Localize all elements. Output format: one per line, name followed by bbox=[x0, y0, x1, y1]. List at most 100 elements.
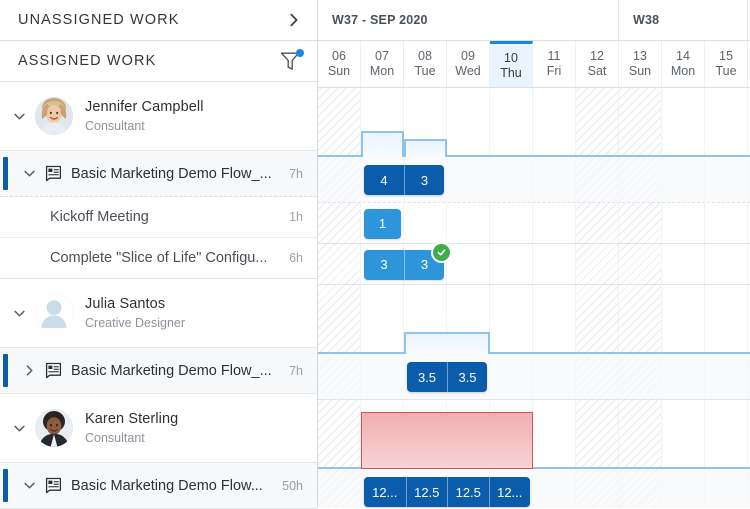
filter-active-dot bbox=[296, 49, 304, 57]
bar-segment[interactable]: 4 bbox=[364, 165, 404, 195]
task-document-icon bbox=[45, 165, 62, 182]
day-number: 13 bbox=[633, 49, 647, 64]
filter-funnel-icon[interactable] bbox=[279, 50, 303, 72]
load-block[interactable] bbox=[404, 332, 490, 354]
assigned-work-header[interactable]: ASSIGNED WORK bbox=[0, 41, 317, 82]
summary-hours: 50h bbox=[282, 479, 317, 493]
selection-indicator bbox=[3, 354, 8, 387]
avatar bbox=[35, 97, 73, 135]
day-weekday: Sat bbox=[588, 64, 607, 79]
day-header-14[interactable]: 14Mon bbox=[662, 41, 705, 87]
day-header-08[interactable]: 08Tue bbox=[404, 41, 447, 87]
gantt-summary-bar[interactable]: 43 bbox=[364, 165, 444, 195]
day-header-12[interactable]: 12Sat bbox=[576, 41, 619, 87]
avatar bbox=[35, 294, 73, 332]
chevron-down-icon[interactable] bbox=[22, 166, 37, 181]
completed-check-icon bbox=[431, 242, 452, 263]
load-block[interactable] bbox=[404, 139, 447, 157]
task-row-kickoff-meeting[interactable]: Kickoff Meeting 1h bbox=[0, 197, 317, 238]
week-header-cell: W38 bbox=[619, 0, 748, 40]
bar-segment[interactable]: 3 bbox=[404, 165, 444, 195]
day-header-13[interactable]: 13Sun bbox=[619, 41, 662, 87]
selection-indicator bbox=[3, 157, 8, 190]
summary-hours: 7h bbox=[289, 364, 317, 378]
unassigned-work-header[interactable]: UNASSIGNED WORK bbox=[0, 0, 317, 41]
resource-role: Consultant bbox=[85, 119, 204, 133]
week-header-cell: W37 - SEP 2020 bbox=[318, 0, 619, 40]
assigned-work-label: ASSIGNED WORK bbox=[18, 53, 279, 69]
day-column-12[interactable] bbox=[576, 88, 619, 508]
work-list-panel: UNASSIGNED WORK ASSIGNED WORK bbox=[0, 0, 318, 508]
day-header-09[interactable]: 09Wed bbox=[447, 41, 490, 87]
load-block[interactable] bbox=[361, 131, 404, 157]
timeline-grid[interactable]: 431333.53.512...12.512.512... bbox=[318, 88, 750, 508]
summary-row-karen-project[interactable]: Basic Marketing Demo Flow... 50h bbox=[0, 463, 317, 509]
day-column-13[interactable] bbox=[619, 88, 662, 508]
day-header-07[interactable]: 07Mon bbox=[361, 41, 404, 87]
day-number: 10 bbox=[504, 51, 518, 66]
day-header-10[interactable]: 10Thu bbox=[490, 41, 533, 87]
day-weekday: Fri bbox=[547, 64, 562, 79]
bar-segment[interactable]: 12... bbox=[489, 477, 531, 507]
day-number: 09 bbox=[461, 49, 475, 64]
summary-row-julia-project[interactable]: Basic Marketing Demo Flow_... 7h bbox=[0, 348, 317, 394]
day-column-14[interactable] bbox=[662, 88, 705, 508]
gantt-summary-bar[interactable]: 3.53.5 bbox=[407, 362, 487, 392]
row-separator bbox=[318, 399, 750, 400]
bar-segment[interactable]: 3.5 bbox=[447, 362, 487, 392]
chevron-down-icon[interactable] bbox=[22, 478, 37, 493]
gantt-task-bar[interactable]: 1 bbox=[364, 209, 401, 239]
chevron-down-icon[interactable] bbox=[12, 109, 27, 124]
task-document-icon bbox=[45, 477, 62, 494]
day-column-11[interactable] bbox=[533, 88, 576, 508]
capacity-baseline bbox=[318, 352, 750, 354]
task-document-icon bbox=[45, 362, 62, 379]
resource-row-jennifer-campbell[interactable]: Jennifer Campbell Consultant bbox=[0, 82, 317, 151]
bar-segment[interactable]: 12.5 bbox=[447, 477, 489, 507]
day-weekday: Sun bbox=[328, 64, 350, 79]
avatar bbox=[35, 409, 73, 447]
day-header-15[interactable]: 15Tue bbox=[705, 41, 748, 87]
summary-row-jennifer-project[interactable]: Basic Marketing Demo Flow_... 7h bbox=[0, 151, 317, 197]
gantt-task-bar[interactable]: 33 bbox=[364, 250, 444, 280]
day-column-06[interactable] bbox=[318, 88, 361, 508]
bar-segment[interactable]: 1 bbox=[364, 209, 401, 239]
summary-hours: 7h bbox=[289, 167, 317, 181]
day-weekday: Mon bbox=[370, 64, 394, 79]
gantt-summary-bar[interactable]: 12...12.512.512... bbox=[364, 477, 530, 507]
day-header-11[interactable]: 11Fri bbox=[533, 41, 576, 87]
chevron-right-icon[interactable] bbox=[285, 11, 303, 29]
day-number: 08 bbox=[418, 49, 432, 64]
bar-segment[interactable]: 3.5 bbox=[407, 362, 447, 392]
bar-segment[interactable]: 3 bbox=[364, 250, 404, 280]
row-separator bbox=[318, 284, 750, 285]
resource-row-julia-santos[interactable]: Julia Santos Creative Designer bbox=[0, 279, 317, 348]
bar-segment[interactable]: 12... bbox=[364, 477, 406, 507]
resource-row-karen-sterling[interactable]: Karen Sterling Consultant bbox=[0, 394, 317, 463]
overload-block[interactable] bbox=[361, 412, 533, 469]
day-weekday: Tue bbox=[715, 64, 736, 79]
chevron-right-icon[interactable] bbox=[22, 363, 37, 378]
bar-segment[interactable]: 12.5 bbox=[406, 477, 448, 507]
resource-planner: UNASSIGNED WORK ASSIGNED WORK bbox=[0, 0, 750, 508]
day-weekday: Sun bbox=[629, 64, 651, 79]
day-number: 11 bbox=[548, 49, 561, 64]
timeline-panel: W37 - SEP 2020W38 06Sun07Mon08Tue09Wed10… bbox=[318, 0, 750, 508]
chevron-down-icon[interactable] bbox=[12, 421, 27, 436]
unassigned-work-label: UNASSIGNED WORK bbox=[18, 12, 285, 28]
resource-role: Consultant bbox=[85, 431, 178, 445]
resource-name: Julia Santos bbox=[85, 296, 185, 313]
summary-name: Basic Marketing Demo Flow... bbox=[71, 478, 282, 494]
day-header-06[interactable]: 06Sun bbox=[318, 41, 361, 87]
resource-name: Karen Sterling bbox=[85, 411, 178, 428]
task-hours: 1h bbox=[289, 210, 317, 224]
day-column-15[interactable] bbox=[705, 88, 748, 508]
resource-identity: Julia Santos Creative Designer bbox=[85, 296, 185, 330]
task-row-slice-of-life[interactable]: Complete "Slice of Life" Configu... 6h bbox=[0, 238, 317, 279]
summary-name: Basic Marketing Demo Flow_... bbox=[71, 166, 289, 182]
resource-name: Jennifer Campbell bbox=[85, 99, 204, 116]
chevron-down-icon[interactable] bbox=[12, 306, 27, 321]
task-hours: 6h bbox=[289, 251, 317, 265]
day-number: 07 bbox=[375, 49, 389, 64]
row-separator bbox=[318, 202, 750, 203]
